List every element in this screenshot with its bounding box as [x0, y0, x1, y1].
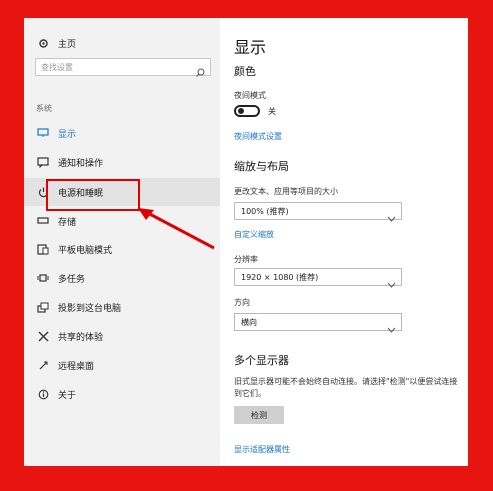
sidebar-item-multitask[interactable]: 多任务 [24, 267, 220, 289]
sidebar-item-about[interactable]: 关于 [24, 383, 220, 405]
scale-value: 100% (推荐) [241, 207, 289, 216]
projector-icon [36, 300, 50, 314]
sidebar-home[interactable]: 主页 [36, 36, 76, 50]
resolution-select[interactable]: 1920 × 1080 (推荐) [234, 268, 402, 288]
tablet-icon [36, 242, 50, 256]
sidebar-item-display[interactable]: 显示 [24, 122, 220, 144]
sidebar-item-label: 多任务 [58, 274, 86, 285]
sidebar-item-remote[interactable]: 远程桌面 [24, 354, 220, 376]
detect-button[interactable]: 检测 [234, 406, 284, 424]
display-adapter-link[interactable]: 显示适配器属性 [234, 444, 290, 455]
orientation-value: 横向 [241, 318, 257, 327]
sidebar-item-label: 共享的体验 [58, 332, 104, 343]
search-icon [196, 62, 205, 81]
annotation-highlight-box [46, 179, 140, 211]
sidebar-item-project[interactable]: 投影到这台电脑 [24, 296, 220, 318]
custom-scale-link[interactable]: 自定义缩放 [234, 229, 274, 240]
notification-icon [36, 155, 50, 169]
search-input[interactable]: 查找设置 [35, 58, 211, 77]
sidebar-item-label: 投影到这台电脑 [58, 303, 122, 314]
remote-icon [36, 358, 50, 372]
scale-label: 更改文本、应用等项目的大小 [234, 187, 338, 196]
share-icon [36, 329, 50, 343]
night-mode-label: 夜间模式 [234, 91, 266, 100]
section-label: 系统 [36, 104, 52, 113]
night-mode-settings-link[interactable]: 夜间模式设置 [234, 131, 282, 142]
chevron-down-icon [387, 207, 396, 226]
multi-display-text: 旧式显示器可能不会始终自动连接。请选择"检测"以便尝试连接到它们。 [234, 377, 458, 398]
sidebar-item-notifications[interactable]: 通知和操作 [24, 151, 220, 173]
monitor-icon [36, 126, 50, 140]
sidebar-item-label: 显示 [58, 129, 77, 140]
sidebar-item-label: 通知和操作 [58, 158, 104, 169]
search-placeholder: 查找设置 [41, 63, 73, 72]
resolution-value: 1920 × 1080 (推荐) [241, 273, 319, 282]
scale-heading: 缩放与布局 [234, 160, 289, 173]
annotation-arrow [138, 208, 215, 250]
scale-select[interactable]: 100% (推荐) [234, 202, 402, 222]
storage-icon [36, 214, 50, 228]
color-heading: 颜色 [234, 65, 256, 78]
orientation-select[interactable]: 横向 [234, 313, 402, 333]
chevron-down-icon [387, 318, 396, 337]
orientation-label: 方向 [234, 298, 250, 307]
sidebar-item-label: 平板电脑模式 [58, 245, 113, 256]
watermark-text: jingyan.baidu.com [372, 448, 446, 457]
multi-display-heading: 多个显示器 [234, 354, 289, 367]
night-mode-state: 关 [268, 107, 276, 116]
resolution-label: 分辨率 [234, 255, 258, 264]
sidebar-item-share[interactable]: 共享的体验 [24, 325, 220, 347]
sidebar-home-label: 主页 [58, 39, 77, 50]
multitask-icon [36, 271, 50, 285]
page-title: 显示 [234, 38, 267, 57]
chevron-down-icon [387, 273, 396, 292]
settings-window: 主页 查找设置 系统 显示 通知和操作 电源和睡眠 存储 平板电脑模式 多任务 … [24, 18, 468, 466]
sidebar-item-label: 远程桌面 [58, 361, 95, 372]
toggle-knob [238, 108, 244, 114]
night-mode-toggle[interactable] [234, 105, 260, 117]
main-content: 显示 颜色 夜间模式 关 夜间模式设置 缩放与布局 更改文本、应用等项目的大小 … [220, 18, 468, 466]
gear-icon [36, 36, 50, 50]
sidebar-item-label: 存储 [58, 217, 77, 228]
sidebar-item-label: 关于 [58, 390, 77, 401]
info-icon [36, 387, 50, 401]
